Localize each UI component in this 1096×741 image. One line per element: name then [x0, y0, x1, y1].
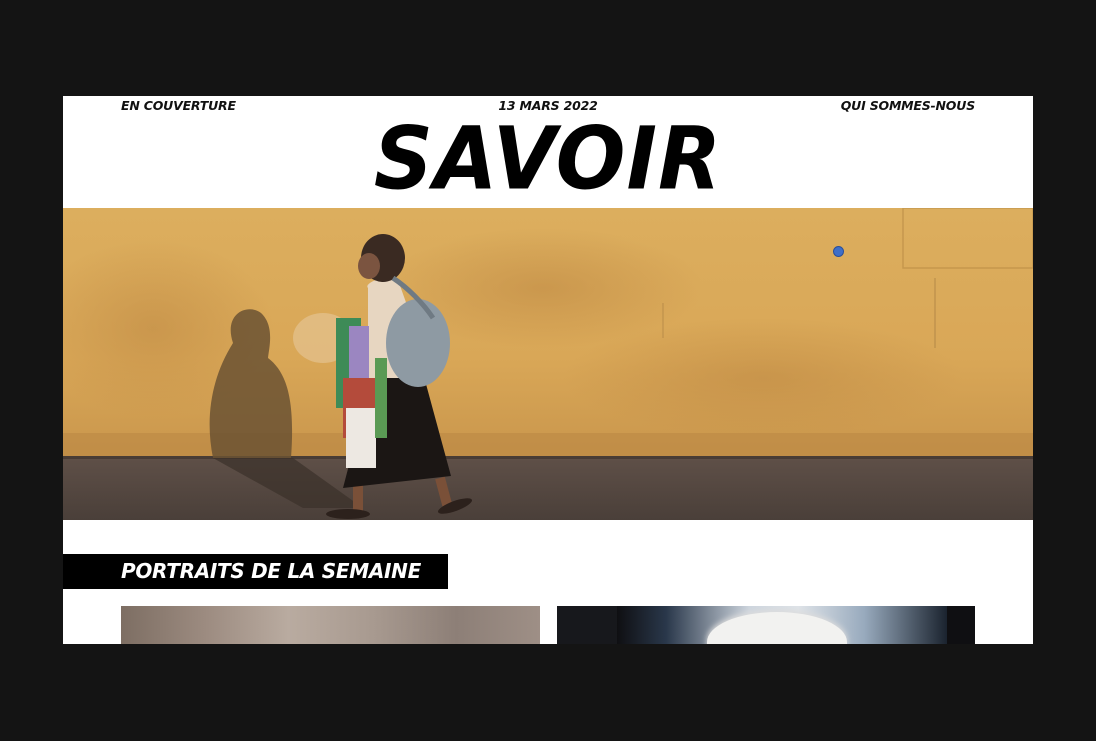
site-logo[interactable]: SAVOIR: [63, 110, 1033, 210]
portrait-2-background: [557, 606, 617, 644]
portrait-card-1[interactable]: [121, 606, 540, 644]
section-header-portraits: PORTRAITS DE LA SEMAINE: [63, 554, 448, 589]
site-logo-text: SAVOIR: [373, 109, 723, 210]
portrait-card-2[interactable]: [557, 606, 975, 644]
cursor-indicator: [833, 246, 844, 257]
web-page: EN COUVERTURE 13 MARS 2022 QUI SOMMES-NO…: [63, 96, 1033, 644]
section-title: PORTRAITS DE LA SEMAINE: [121, 559, 421, 583]
hero-image[interactable]: [63, 208, 1033, 520]
hero-photo: [63, 208, 1033, 520]
